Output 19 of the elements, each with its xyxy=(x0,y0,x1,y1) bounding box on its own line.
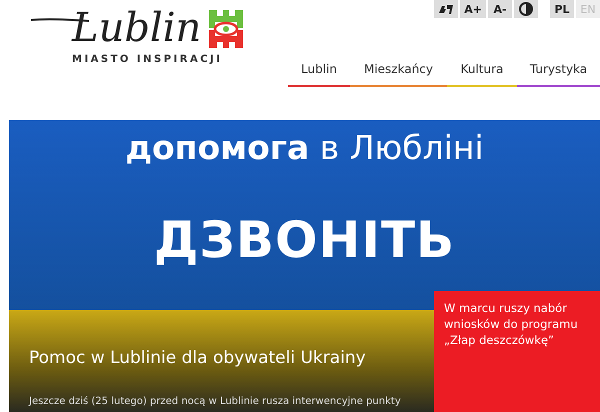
nav-link[interactable]: Lublin xyxy=(288,62,350,87)
logo-tagline: MIASTO INSPIRACJI xyxy=(72,54,224,65)
contrast-icon xyxy=(519,2,533,16)
promo-card[interactable]: W marcu ruszy nabór wniosków do programu „Złap deszczówkę” xyxy=(434,291,600,412)
nav-link[interactable]: Turystyka xyxy=(517,62,600,87)
banner-lead: Jeszcze dziś (25 lutego) przed nocą w Lublinie rusza interwencyjne punkty xyxy=(29,396,402,407)
sign-language-button[interactable] xyxy=(434,0,458,18)
promo-text: W marcu ruszy nabór wniosków do programu „Złap deszczówkę” xyxy=(444,301,578,347)
contrast-button[interactable] xyxy=(514,0,538,18)
nav-link[interactable]: Kultura xyxy=(447,62,517,87)
logo-wordmark: Lublin xyxy=(72,6,202,50)
nav-link[interactable]: Mieszkańcy xyxy=(350,62,447,87)
font-size-button[interactable]: A+ xyxy=(460,0,486,18)
banner-call-text: ДЗВОНІТЬ xyxy=(154,211,456,269)
banner-headline: допомога в Любліні xyxy=(125,128,484,167)
hands-icon xyxy=(438,3,454,15)
language-button[interactable]: PL xyxy=(550,0,574,18)
banner-title: Pomoc w Lublinie dla obywateli Ukrainy xyxy=(29,348,366,368)
font-size-button[interactable]: A- xyxy=(488,0,512,18)
